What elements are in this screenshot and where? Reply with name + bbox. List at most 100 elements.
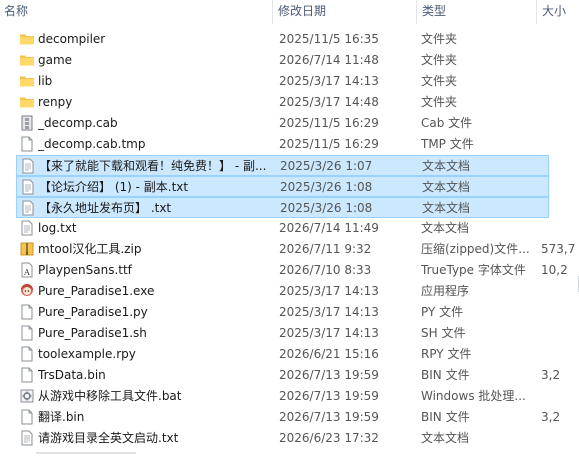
file-row[interactable]: Pure_Paradise1.sh 2025/3/17 14:13 SH 文件: [16, 323, 549, 344]
file-name: 从游戏中移除工具文件.bat: [38, 389, 182, 403]
file-size: [541, 71, 579, 92]
file-type: 文本文档: [421, 431, 470, 445]
clipped-row-text: [36, 452, 136, 454]
text-document-icon: [19, 220, 35, 236]
file-modified-date: 2025/3/17 14:13: [279, 284, 379, 298]
file-type: RPY 文件: [421, 347, 472, 361]
column-header-size[interactable]: 大小: [538, 0, 579, 24]
file-size: [541, 113, 579, 134]
file-modified-date: 2026/7/14 11:48: [279, 53, 379, 67]
file-size: 3,2: [541, 368, 561, 382]
file-row[interactable]: A PlaypenSans.ttf 2026/7/10 8:33 TrueType 字…: [16, 260, 568, 281]
file-row[interactable]: toolexample.rpy 2026/6/21 15:16 RPY 文件: [16, 344, 549, 365]
file-explorer-view: 名称 修改日期 类型 大小 decompiler 2025/11/5 16:35 文…: [0, 0, 579, 456]
row-frame-edge: [569, 276, 579, 292]
file-modified-date: 2025/3/26 1:08: [280, 180, 373, 194]
file-size: [541, 386, 579, 407]
file-size: [541, 29, 579, 50]
column-header-bar: 名称 修改日期 类型 大小: [0, 0, 579, 24]
file-name: _decomp.cab: [38, 116, 118, 130]
file-row[interactable]: TrsData.bin 2026/7/13 19:59 BIN 文件 3,2: [16, 365, 560, 386]
file-modified-date: 2025/3/26 1:08: [280, 201, 373, 215]
file-modified-date: 2025/11/5 16:35: [279, 32, 379, 46]
file-name: mtool汉化工具.zip: [38, 242, 142, 256]
file-row[interactable]: 请游戏目录全英文启动.txt 2026/6/23 17:32 文本文档: [16, 428, 549, 449]
column-header-type[interactable]: 类型: [418, 0, 536, 24]
text-document-icon: [19, 430, 35, 446]
file-type: 文件夹: [421, 95, 458, 109]
file-row[interactable]: mtool汉化工具.zip 2026/7/11 9:32 压缩(zipped)文件.…: [16, 239, 575, 260]
file-name: Pure_Paradise1.exe: [38, 284, 155, 298]
file-row[interactable]: _decomp.cab 2025/11/5 16:29 Cab 文件: [16, 113, 549, 134]
file-row[interactable]: decompiler 2025/11/5 16:35 文件夹: [16, 29, 549, 50]
file-row[interactable]: lib 2025/3/17 14:13 文件夹: [16, 71, 549, 92]
file-row[interactable]: 【永久地址发布页】 .txt 2025/3/26 1:08 文本文档: [16, 197, 549, 218]
file-modified-date: 2025/3/17 14:13: [279, 305, 379, 319]
file-type: PY 文件: [421, 305, 464, 319]
file-row[interactable]: log.txt 2026/7/14 11:49 文本文档: [16, 218, 549, 239]
file-type: BIN 文件: [421, 368, 470, 382]
file-type: SH 文件: [421, 326, 466, 340]
file-modified-date: 2025/3/17 14:13: [279, 326, 379, 340]
folder-icon: [19, 94, 35, 110]
file-icon: [19, 325, 35, 341]
file-type: 文件夹: [421, 32, 458, 46]
file-name: Pure_Paradise1.py: [38, 305, 148, 319]
file-name: lib: [38, 74, 53, 88]
cab-archive-icon: [19, 115, 35, 131]
file-row[interactable]: 从游戏中移除工具文件.bat 2026/7/13 19:59 Windows 批处理…: [16, 386, 549, 407]
file-name: _decomp.cab.tmp: [38, 137, 146, 151]
file-size: 3,2: [541, 410, 561, 424]
file-name: TrsData.bin: [38, 368, 106, 382]
next-row-clipped: [0, 452, 579, 456]
file-type: 文本文档: [422, 159, 471, 173]
file-modified-date: 2025/11/5 16:29: [279, 137, 379, 151]
svg-text:A: A: [23, 268, 30, 277]
file-row[interactable]: game 2026/7/14 11:48 文件夹: [16, 50, 549, 71]
file-row[interactable]: renpy 2025/3/17 14:48 文件夹: [16, 92, 549, 113]
file-type: TMP 文件: [421, 137, 474, 151]
file-name: renpy: [38, 95, 73, 109]
folder-icon: [19, 31, 35, 47]
column-divider[interactable]: [416, 0, 417, 24]
file-modified-date: 2025/3/17 14:48: [279, 95, 379, 109]
file-type: TrueType 字体文件: [421, 263, 526, 277]
file-row[interactable]: _decomp.cab.tmp 2025/11/5 16:29 TMP 文件: [16, 134, 549, 155]
file-row[interactable]: 【来了就能下载和观看！纯免费！】 - 副... 2025/3/26 1:07 文本文…: [16, 155, 549, 176]
file-size: [541, 50, 579, 71]
file-modified-date: 2026/7/13 19:59: [279, 368, 379, 382]
file-size: [541, 218, 579, 239]
file-modified-date: 2026/7/11 9:32: [279, 242, 372, 256]
file-icon: [19, 304, 35, 320]
column-divider[interactable]: [536, 0, 537, 24]
file-modified-date: 2026/6/21 15:16: [279, 347, 379, 361]
file-type: 应用程序: [421, 284, 470, 298]
file-size: [541, 134, 579, 155]
file-size: [541, 428, 579, 449]
file-row[interactable]: 翻译.bin 2026/7/13 19:59 BIN 文件 3,2: [16, 407, 560, 428]
file-type: 压缩(zipped)文件...: [421, 242, 530, 256]
file-name: Pure_Paradise1.sh: [38, 326, 147, 340]
file-name: toolexample.rpy: [38, 347, 136, 361]
column-header-name[interactable]: 名称: [0, 0, 272, 24]
file-size: 573,7: [541, 242, 576, 256]
file-row[interactable]: 【论坛介绍】 (1) - 副本.txt 2025/3/26 1:08 文本文档: [16, 176, 549, 197]
zip-folder-icon: [19, 241, 35, 257]
file-modified-date: 2025/3/17 14:13: [279, 74, 379, 88]
file-modified-date: 2026/7/10 8:33: [279, 263, 372, 277]
file-size: [541, 302, 579, 323]
column-header-date[interactable]: 修改日期: [274, 0, 416, 24]
file-type: 文本文档: [422, 180, 471, 194]
file-modified-date: 2026/7/13 19:59: [279, 389, 379, 403]
folder-icon: [19, 73, 35, 89]
file-modified-date: 2025/3/26 1:07: [280, 159, 373, 173]
file-row[interactable]: Pure_Paradise1.py 2025/3/17 14:13 PY 文件: [16, 302, 549, 323]
file-name: PlaypenSans.ttf: [38, 263, 132, 277]
column-divider[interactable]: [272, 0, 273, 24]
file-name: log.txt: [38, 221, 77, 235]
text-document-icon: [20, 179, 36, 195]
file-icon: [19, 409, 35, 425]
file-size: [541, 344, 579, 365]
file-type: 文本文档: [421, 221, 470, 235]
file-row[interactable]: Pure_Paradise1.exe 2025/3/17 14:13 应用程序: [16, 281, 549, 302]
